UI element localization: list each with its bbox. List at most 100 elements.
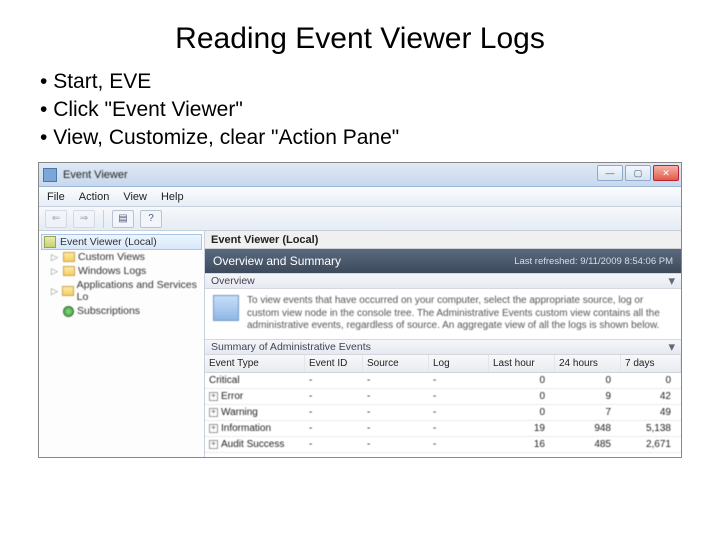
window-titlebar[interactable]: Event Viewer — ▢ ✕ (39, 163, 681, 187)
toolbar: ⇐ ⇒ ▤ ? (39, 207, 681, 231)
row-type: Critical (209, 375, 240, 386)
help-button[interactable]: ? (140, 210, 162, 228)
overview-icon (213, 295, 239, 321)
tree-item-label: Subscriptions (77, 305, 140, 317)
row-id: - (305, 405, 363, 420)
expand-icon[interactable]: + (209, 424, 218, 433)
expander-icon[interactable]: ▷ (51, 266, 60, 277)
row-source: - (363, 405, 429, 420)
expander-icon[interactable]: ▷ (51, 286, 59, 297)
table-row[interactable]: +Error - - - 0 9 42 (205, 389, 681, 405)
row-7d: 0 (621, 373, 681, 388)
col-log[interactable]: Log (429, 355, 489, 372)
overview-band-title: Overview and Summary (213, 254, 341, 268)
last-refreshed: Last refreshed: 9/11/2009 8:54:06 PM (514, 256, 673, 267)
expand-icon[interactable]: + (209, 440, 218, 449)
row-source: - (363, 373, 429, 388)
collapse-icon[interactable]: ▾ (668, 339, 675, 355)
content-header: Event Viewer (Local) (205, 231, 681, 249)
overview-section-label: Overview (211, 275, 255, 287)
collapse-icon[interactable]: ▾ (668, 273, 675, 289)
content-pane: Event Viewer (Local) Overview and Summar… (205, 231, 681, 457)
row-7d: 5,138 (621, 421, 681, 436)
tree-root-label: Event Viewer (Local) (60, 236, 157, 248)
row-lasthour: 0 (489, 405, 555, 420)
row-lasthour: 0 (489, 389, 555, 404)
overview-text: To view events that have occurred on you… (247, 295, 673, 333)
expander-icon[interactable]: ▷ (51, 252, 60, 263)
summary-section-header[interactable]: Summary of Administrative Events ▾ (205, 339, 681, 355)
table-row[interactable]: +Warning - - - 0 7 49 (205, 405, 681, 421)
row-log: - (429, 405, 489, 420)
minimize-button[interactable]: — (597, 165, 623, 181)
overview-body: To view events that have occurred on you… (205, 289, 681, 339)
tree-item-custom-views[interactable]: ▷ Custom Views (41, 250, 202, 264)
subscriptions-icon (63, 306, 74, 317)
maximize-button[interactable]: ▢ (625, 165, 651, 181)
col-event-type[interactable]: Event Type (205, 355, 305, 372)
event-viewer-icon (44, 236, 56, 248)
row-id: - (305, 389, 363, 404)
event-viewer-window: Event Viewer — ▢ ✕ File Action View Help… (38, 162, 682, 458)
menu-view[interactable]: View (123, 191, 147, 203)
app-icon (43, 168, 57, 182)
table-header-row: Event Type Event ID Source Log Last hour… (205, 355, 681, 373)
row-id: - (305, 421, 363, 436)
row-7d: 2,671 (621, 437, 681, 452)
properties-button[interactable]: ▤ (112, 210, 134, 228)
tree-item-label: Windows Logs (78, 265, 146, 277)
row-log: - (429, 421, 489, 436)
table-row[interactable]: Critical - - - 0 0 0 (205, 373, 681, 389)
row-type: Warning (221, 407, 258, 418)
row-type: Error (221, 391, 243, 402)
menu-action[interactable]: Action (79, 191, 110, 203)
row-7d: 42 (621, 389, 681, 404)
bullet-item: View, Customize, clear "Action Pane" (40, 126, 690, 150)
menubar: File Action View Help (39, 187, 681, 207)
tree-item-subscriptions[interactable]: Subscriptions (41, 304, 202, 318)
col-event-id[interactable]: Event ID (305, 355, 363, 372)
slide-title: Reading Event Viewer Logs (30, 22, 690, 56)
folder-icon (62, 286, 73, 296)
row-log: - (429, 389, 489, 404)
tree-item-label: Custom Views (78, 251, 145, 263)
menu-help[interactable]: Help (161, 191, 184, 203)
row-lasthour: 0 (489, 373, 555, 388)
col-source[interactable]: Source (363, 355, 429, 372)
expand-icon[interactable]: + (209, 392, 218, 401)
tree-item-windows-logs[interactable]: ▷ Windows Logs (41, 264, 202, 278)
back-button[interactable]: ⇐ (45, 210, 67, 228)
overview-section-header[interactable]: Overview ▾ (205, 273, 681, 289)
console-tree[interactable]: Event Viewer (Local) ▷ Custom Views ▷ Wi… (39, 231, 205, 457)
overview-band: Overview and Summary Last refreshed: 9/1… (205, 249, 681, 273)
row-24h: 948 (555, 421, 621, 436)
tree-item-app-services-logs[interactable]: ▷ Applications and Services Lo (41, 278, 202, 304)
summary-section-label: Summary of Administrative Events (211, 341, 371, 353)
col-24-hours[interactable]: 24 hours (555, 355, 621, 372)
expand-icon[interactable]: + (209, 408, 218, 417)
table-row[interactable]: +Information - - - 19 948 5,138 (205, 421, 681, 437)
col-last-hour[interactable]: Last hour (489, 355, 555, 372)
row-id: - (305, 437, 363, 452)
menu-file[interactable]: File (47, 191, 65, 203)
bullet-list: Start, EVE Click "Event Viewer" View, Cu… (40, 70, 690, 150)
row-source: - (363, 421, 429, 436)
row-source: - (363, 389, 429, 404)
window-title: Event Viewer (63, 169, 128, 181)
row-source: - (363, 437, 429, 452)
row-24h: 485 (555, 437, 621, 452)
bullet-item: Click "Event Viewer" (40, 98, 690, 122)
row-24h: 7 (555, 405, 621, 420)
tree-item-label: Applications and Services Lo (77, 279, 202, 303)
table-row[interactable]: +Audit Success - - - 16 485 2,671 (205, 437, 681, 453)
forward-button[interactable]: ⇒ (73, 210, 95, 228)
row-id: - (305, 373, 363, 388)
row-lasthour: 16 (489, 437, 555, 452)
row-log: - (429, 373, 489, 388)
summary-table: Event Type Event ID Source Log Last hour… (205, 355, 681, 458)
close-button[interactable]: ✕ (653, 165, 679, 181)
row-24h: 9 (555, 389, 621, 404)
tree-root[interactable]: Event Viewer (Local) (41, 234, 202, 250)
folder-icon (63, 252, 75, 262)
col-7-days[interactable]: 7 days (621, 355, 681, 372)
